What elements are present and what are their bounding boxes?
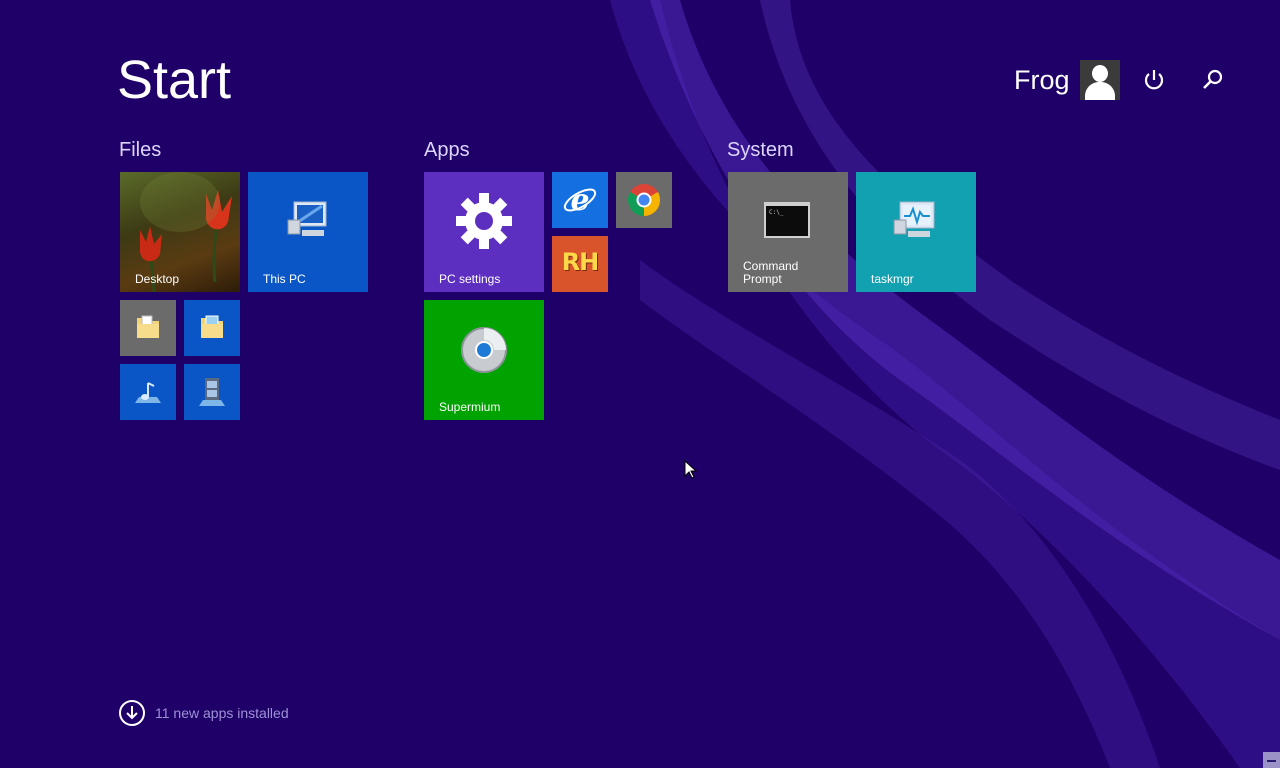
supermium-icon — [461, 327, 507, 373]
tile-label-supermium: Supermium — [439, 400, 501, 414]
group-label-files[interactable]: Files — [119, 137, 161, 163]
rh-logo-text: RH — [561, 248, 600, 276]
tile-supermium[interactable]: Supermium — [424, 300, 544, 420]
folder-icon — [201, 315, 223, 338]
computer-icon — [287, 201, 327, 236]
tile-label-command-prompt-line2: Prompt — [743, 272, 782, 286]
user-name: Frog — [1014, 65, 1070, 95]
tile-videos[interactable] — [184, 364, 240, 420]
tile-taskmgr[interactable]: taskmgr — [856, 172, 976, 292]
tile-command-prompt[interactable]: C:\_ Command Prompt — [728, 172, 848, 292]
tile-this-pc[interactable]: This PC — [248, 172, 368, 292]
tile-music[interactable] — [120, 364, 176, 420]
tile-label-pc-settings: PC settings — [439, 272, 501, 286]
svg-text:e: e — [570, 183, 589, 218]
start-title: Start — [117, 50, 232, 110]
gear-icon — [456, 193, 512, 249]
svg-text:C:\_: C:\_ — [769, 209, 784, 216]
corner-minimize-icon[interactable] — [1263, 752, 1280, 768]
tile-label-command-prompt-line1: Command — [743, 259, 799, 273]
tile-pc-settings[interactable]: PC settings — [424, 172, 544, 292]
tile-desktop[interactable]: Desktop — [120, 172, 240, 292]
task-manager-icon — [893, 201, 935, 237]
chrome-icon — [627, 184, 661, 217]
group-label-system[interactable]: System — [727, 137, 794, 163]
user-account[interactable]: Frog — [1014, 60, 1120, 100]
new-apps-text: 11 new apps installed — [155, 705, 289, 721]
tile-documents[interactable] — [120, 300, 176, 356]
internet-explorer-icon: e — [563, 183, 597, 218]
tile-label-taskmgr: taskmgr — [871, 272, 914, 286]
search-icon[interactable] — [1199, 66, 1227, 94]
tile-label-desktop: Desktop — [135, 272, 180, 286]
download-arrow-icon[interactable] — [119, 700, 145, 726]
tile-pictures[interactable] — [184, 300, 240, 356]
folder-icon — [137, 315, 159, 338]
command-prompt-icon: C:\_ — [764, 202, 810, 238]
tile-chrome[interactable] — [616, 172, 672, 228]
music-icon — [135, 382, 161, 403]
tile-label-command-prompt: Command Prompt — [743, 260, 798, 286]
tile-label-this-pc: This PC — [263, 272, 306, 286]
group-label-apps[interactable]: Apps — [424, 137, 470, 163]
mouse-cursor-icon — [684, 460, 698, 479]
tile-rh[interactable]: RH — [552, 236, 608, 292]
avatar — [1079, 60, 1120, 100]
new-apps-notice[interactable]: 11 new apps installed — [119, 700, 289, 726]
tile-internet-explorer[interactable]: e — [552, 172, 608, 228]
video-icon — [199, 378, 225, 406]
power-icon[interactable] — [1140, 66, 1168, 94]
